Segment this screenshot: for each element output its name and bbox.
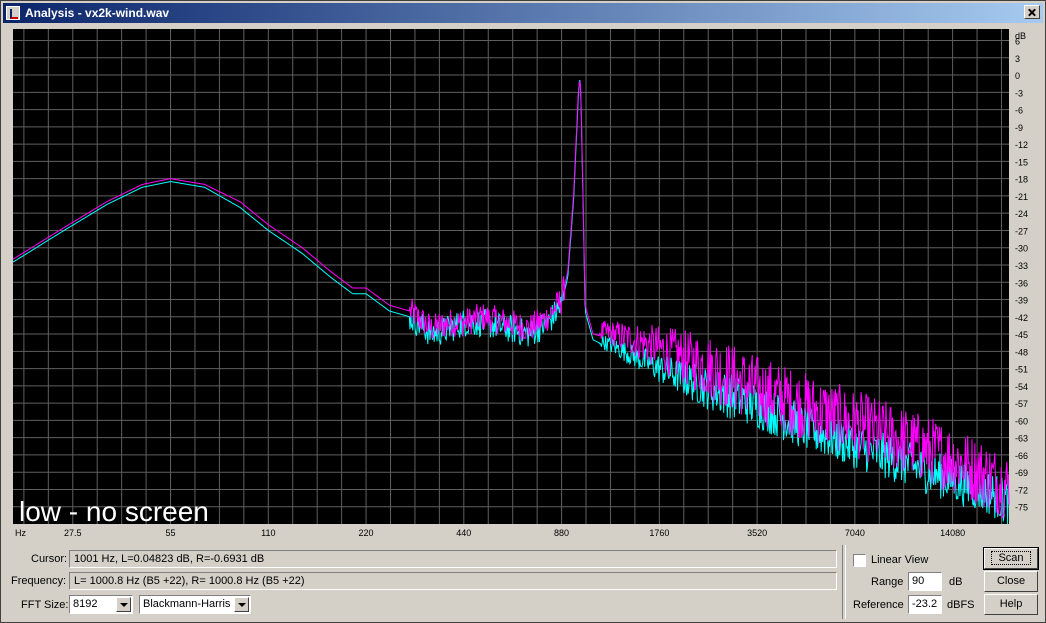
x-tick-label: 3520 [747,528,767,538]
frequency-label: Frequency: [11,575,67,587]
y-tick-label: -66 [1015,451,1028,461]
range-label: Range [871,576,904,588]
fft-size-label: FFT Size: [21,599,69,611]
y-tick-label: -60 [1015,416,1028,426]
range-input[interactable]: 90 [908,572,942,591]
help-button[interactable]: Help [984,594,1038,615]
x-tick-label: 1760 [649,528,669,538]
y-tick-label: -45 [1015,330,1028,340]
x-tick-label: 110 [261,528,275,538]
y-tick-label: -18 [1015,175,1028,185]
y-tick-label: -51 [1015,365,1028,375]
x-tick-label: 14080 [940,528,965,538]
cursor-label: Cursor: [31,553,68,565]
y-tick-label: -3 [1015,88,1023,98]
window-title: Analysis - vx2k-wind.wav [25,6,170,20]
window-function-select[interactable]: Blackmann-Harris [139,595,251,614]
x-tick-label: 27.5 [64,528,82,538]
x-tick-label: 880 [554,528,569,538]
y-tick-label: -12 [1015,140,1028,150]
y-tick-label: -48 [1015,347,1028,357]
y-tick-label: 0 [1015,71,1020,81]
y-tick-label: -30 [1015,244,1028,254]
cursor-readout: 1001 Hz, L=0.04823 dB, R=-0.6931 dB [69,550,837,568]
y-tick-label: -69 [1015,468,1028,478]
y-tick-label: -42 [1015,313,1028,323]
panel-divider [842,545,846,619]
fft-size-select[interactable]: 8192 [69,595,133,614]
scan-button-label: Scan [991,551,1031,565]
chevron-down-icon[interactable] [116,597,131,612]
window-function-value: Blackmann-Harris [143,598,231,610]
x-tick-label: 7040 [845,528,865,538]
x-tick-label: 440 [456,528,471,538]
y-tick-label: -63 [1015,434,1028,444]
range-unit: dB [949,576,963,588]
chevron-down-icon[interactable] [234,597,249,612]
y-tick-label: -36 [1015,278,1028,288]
window-close-button[interactable] [1024,5,1040,19]
y-tick-label: -33 [1015,261,1028,271]
linear-view-checkbox[interactable] [853,554,866,567]
y-tick-label: 3 [1015,54,1020,64]
y-unit-label: dB [1015,31,1026,41]
y-tick-label: -9 [1015,123,1023,133]
reference-unit: dBFS [947,599,975,611]
scan-button[interactable]: Scan [983,547,1039,570]
frequency-readout: L= 1000.8 Hz (B5 +22), R= 1000.8 Hz (B5 … [69,572,837,590]
analysis-window: Analysis - vx2k-wind.wav 6 3 0 -3 -6 -9 -12 -15… [0,0,1046,623]
x-tick-label: 220 [359,528,374,538]
y-tick-label: -39 [1015,296,1028,306]
reference-input[interactable]: -23.2 [908,595,942,614]
plot-overlay-label: low - no screen [19,496,209,527]
x-unit-label: Hz [15,528,26,538]
y-tick-label: -54 [1015,382,1028,392]
y-tick-label: -75 [1015,503,1028,513]
y-tick-label: -21 [1015,192,1028,202]
x-tick-label: 55 [166,528,176,538]
y-tick-label: -6 [1015,106,1023,116]
y-tick-label: -72 [1015,485,1028,495]
app-icon [6,6,20,20]
y-tick-label: -27 [1015,226,1028,236]
y-tick-label: -15 [1015,157,1028,167]
y-tick-label: -24 [1015,209,1028,219]
spectrum-plot-area[interactable]: 6 3 0 -3 -6 -9 -12 -15 -18 -21 -24 -27 -30 -33 -36 -39-… [11,27,1043,539]
title-bar[interactable]: Analysis - vx2k-wind.wav [3,3,1043,23]
linear-view-label: Linear View [871,554,929,566]
fft-size-value: 8192 [73,598,98,610]
y-tick-label: -57 [1015,399,1028,409]
spectrum-plot[interactable]: 630-3-6-9-12-15-18-21-24-27-30-33-36-39-… [11,27,1043,539]
reference-label: Reference [853,599,904,611]
close-button[interactable]: Close [984,571,1038,592]
